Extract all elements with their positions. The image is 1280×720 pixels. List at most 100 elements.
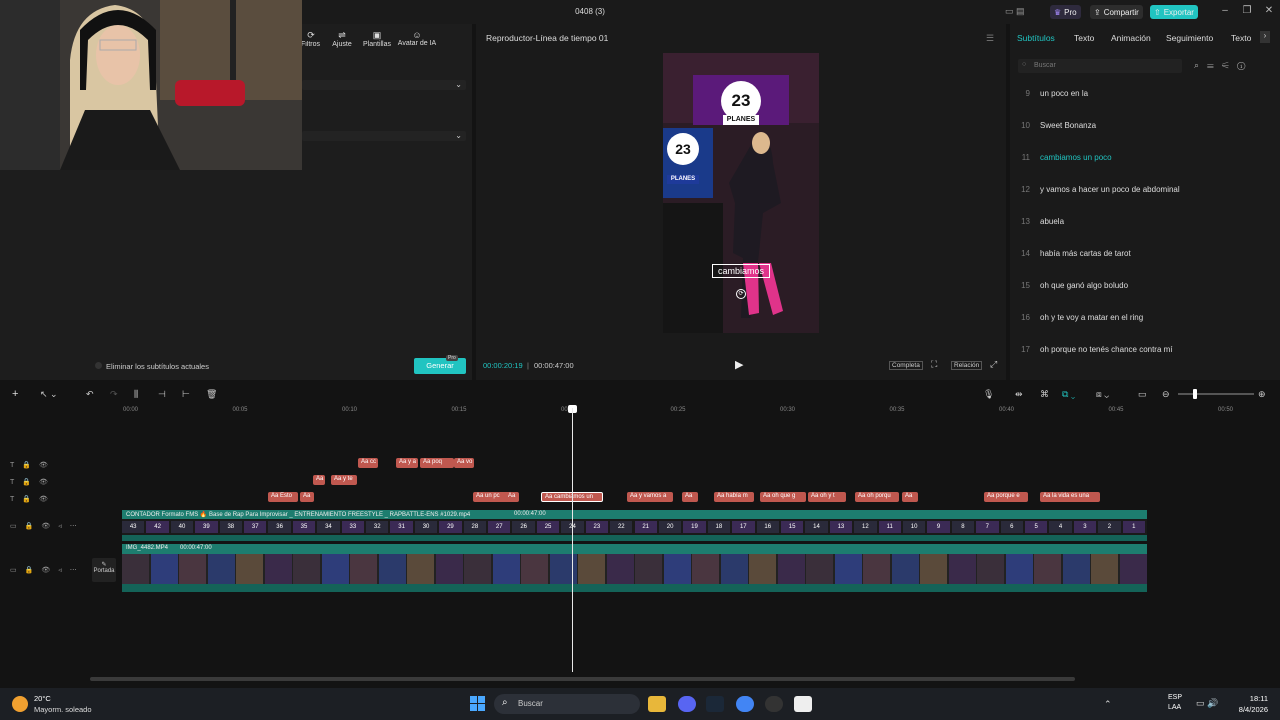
undo-icon[interactable]: ↶ [86,389,94,400]
eye-icon[interactable]: 👁 [39,461,48,469]
subtitle-clip[interactable]: Aa Esto [268,492,298,502]
cover-button[interactable]: ✎ Portada [92,558,116,582]
lock-icon[interactable]: 🔒 [25,522,34,530]
preview-axis-icon[interactable]: ⧈ ⌄ [1096,389,1109,400]
subtitle-clip[interactable]: Aa un pc [473,492,509,502]
subtitle-clip[interactable]: Aa [505,492,519,502]
playhead[interactable] [572,408,573,672]
magnet-icon[interactable]: ⌘ [1040,389,1049,400]
subtitle-clip[interactable]: Aa [313,475,325,485]
split-left-icon[interactable]: ⊣ [158,389,166,400]
sun-icon[interactable] [12,696,28,712]
chevron-right-icon[interactable]: › [1260,31,1270,43]
crop-icon[interactable]: ⛶ [931,359,937,370]
tab-text-2[interactable]: Texto [1231,33,1251,43]
track-controls-sub2[interactable]: T 🔒 👁 [10,476,90,488]
system-tray-icons[interactable]: ▭ 🔊 [1196,698,1218,709]
subtitle-clip[interactable]: Aa y a [396,458,418,468]
subtitle-list-item[interactable]: 10 Sweet Bonanza [1016,109,1262,141]
subtitle-list-item[interactable]: 14 había más cartas de tarot [1016,237,1262,269]
search-input[interactable]: ○ Buscar [1018,59,1182,73]
mic-icon[interactable]: 🎙 [983,389,994,400]
subtitle-clip[interactable]: Aa había m [714,492,754,502]
audio-icon[interactable]: ◃ [58,566,62,574]
restore-icon[interactable]: ❐ [1240,5,1254,19]
track-controls-video2[interactable]: ▭ 🔒 👁 ◃ ⋯ [10,564,90,576]
video-clip-main[interactable]: IMG_4482.MP4 00:00:47:00 [122,544,1147,592]
subtitle-list-item[interactable]: 15 oh que ganó algo boludo [1016,269,1262,301]
tool-templates[interactable]: ▣ Plantillas [359,30,395,48]
eye-icon[interactable]: 👁 [39,478,48,486]
audio-icon[interactable]: ◃ [58,522,62,530]
split-icon[interactable]: ⫼ [134,389,138,400]
subtitle-clip[interactable]: Aa poq [420,458,454,468]
subtitle-clip[interactable]: Aa [902,492,918,502]
minimize-icon[interactable]: – [1218,5,1232,19]
file-explorer-icon[interactable] [648,696,666,712]
tool-filters[interactable]: ⟳ Filtros [302,30,320,48]
remove-subtitles-toggle[interactable] [95,362,102,369]
eye-icon[interactable]: 👁 [41,522,50,530]
steam-icon[interactable] [706,696,724,712]
split-right-icon[interactable]: ⊢ [182,389,190,400]
track-controls-video1[interactable]: ▭ 🔒 👁 ◃ ⋯ [10,520,90,532]
delete-icon[interactable]: 🗑 [206,389,217,400]
lock-icon[interactable]: 🔒 [25,566,34,574]
subtitle-list-item[interactable]: 12 y vamos a hacer un poco de abdominal [1016,173,1262,205]
subtitle-list-item[interactable]: 16 oh y te voy a matar en el ring [1016,301,1262,333]
language-code[interactable]: ESP [1168,694,1182,701]
close-icon[interactable]: ✕ [1262,5,1276,19]
track-controls-sub3[interactable]: T 🔒 👁 [10,493,90,505]
zoom-slider-handle[interactable] [1193,389,1197,399]
video-preview[interactable]: 23 PLANES 23 PLANES cambiamos ⟳ [663,53,819,333]
timeline-scrollbar[interactable] [90,677,1075,681]
zoom-out-icon[interactable]: ⊖ [1162,389,1170,400]
subtitle-clip[interactable]: Aa porque e [984,492,1028,502]
menu-icon[interactable]: ☰ [986,33,994,44]
ratio-button[interactable]: Relación [951,361,983,370]
capcut-icon[interactable] [794,696,812,712]
subtitle-list-item[interactable]: 9 un poco en la [1016,77,1262,109]
discord-icon[interactable] [678,696,696,712]
lock-icon[interactable]: 🔒 [22,478,31,486]
dropdown-1[interactable]: ⌄ [302,80,466,90]
track-controls-sub1[interactable]: T 🔒 👁 [10,459,90,471]
subtitle-clip[interactable]: Aa cc [358,458,378,468]
rotate-icon[interactable]: ⟳ [736,289,746,299]
add-icon[interactable]: + [12,388,18,400]
subtitle-tools-icons[interactable]: ⌕☰⚟ⓘ [1194,60,1253,71]
clock-time[interactable]: 18:11 [1234,694,1268,703]
select-tool-icon[interactable]: ↖ ⌄ [40,389,58,400]
subtitle-clip[interactable]: Aa vo [454,458,474,468]
share-button[interactable]: ⇪ Compartir [1090,5,1143,19]
tool-ai-avatar[interactable]: ☺ Avatar de IA [396,30,438,47]
chevron-up-icon[interactable]: ⌃ [1104,699,1112,710]
tab-subtitles[interactable]: Subtítulos [1017,33,1055,43]
subtitle-clip[interactable]: Aa y te [331,475,357,485]
generate-button[interactable]: Generar [414,358,466,374]
lock-icon[interactable]: 🔒 [22,495,31,503]
subtitle-clip[interactable]: Aa oh que g [760,492,806,502]
layout-icons[interactable]: ▭ ▤ [1005,6,1045,18]
zoom-in-icon[interactable]: ⊕ [1258,389,1266,400]
video-clip-counter[interactable]: CONTADOR Formato FMS 🔥 Base de Rap Para … [122,510,1147,541]
taskbar-search[interactable]: ⌕ Buscar [494,694,640,714]
tab-text[interactable]: Texto [1074,33,1094,43]
subtitle-list-item[interactable]: 17 oh porque no tenés chance contra mí [1016,333,1262,365]
windows-start-icon[interactable] [470,696,486,712]
tab-tracking[interactable]: Seguimiento [1166,33,1213,43]
subtitle-clip[interactable]: Aa [682,492,698,502]
caption-icon[interactable]: ▭ [1138,389,1147,400]
caption-box[interactable]: cambiamos [712,264,770,278]
lock-icon[interactable]: 🔒 [22,461,31,469]
export-button[interactable]: ⇧ Exportar [1150,5,1198,19]
subtitle-clip[interactable]: Aa oh y t [808,492,846,502]
subtitle-clip[interactable]: Aa [300,492,314,502]
fullscreen-icon[interactable]: ⤢ [990,359,997,370]
app-icon[interactable] [765,696,783,712]
pro-button[interactable]: ♛ Pro [1050,5,1081,19]
play-icon[interactable]: ▶ [735,358,743,371]
snap-icon[interactable]: ⧉ ⌄ [1062,389,1075,400]
eye-icon[interactable]: 👁 [39,495,48,503]
eye-icon[interactable]: 👁 [41,566,50,574]
